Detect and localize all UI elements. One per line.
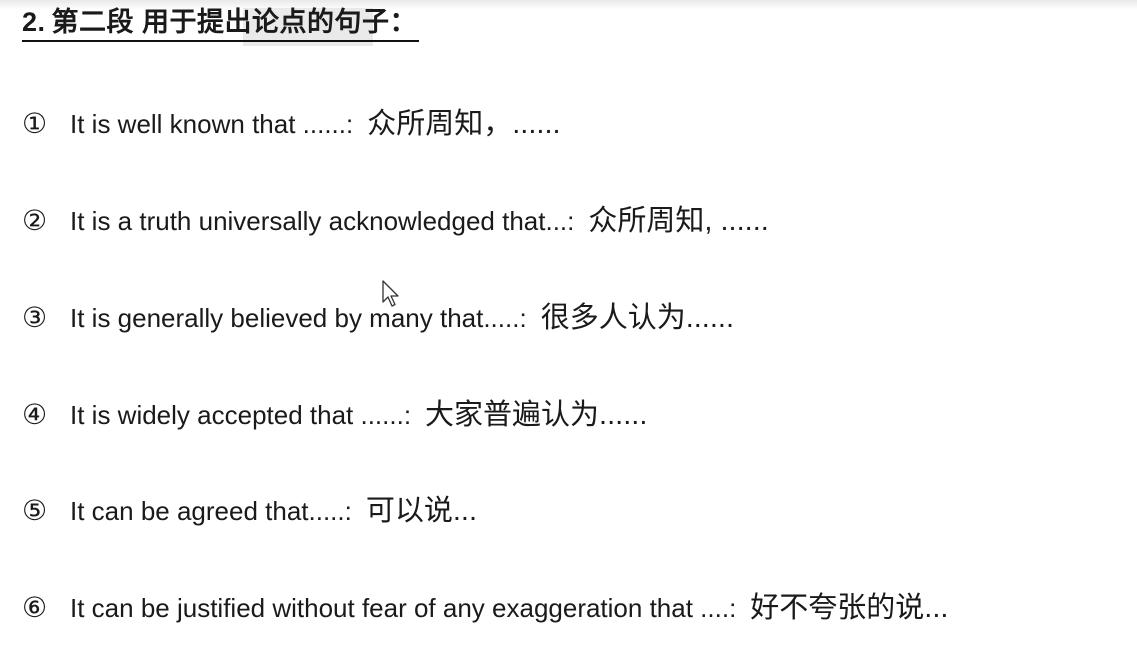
item-marker: ⑤	[22, 494, 48, 527]
list-item-1: ① It is well known that ......: 众所周知，...…	[22, 100, 561, 142]
heading-title: 第二段 用于提出论点的句子：	[51, 7, 418, 37]
item-marker: ③	[22, 301, 48, 334]
list-item-4: ④ It is widely accepted that ......: 大家普…	[22, 391, 647, 433]
chinese-translation: 众所周知，......	[367, 108, 561, 140]
heading-number: 2.	[22, 7, 46, 37]
chinese-translation: 大家普遍认为......	[425, 399, 648, 431]
english-phrase: It can be agreed that.....:	[70, 496, 352, 526]
mouse-pointer-icon	[382, 280, 399, 307]
list-item-5: ⑤ It can be agreed that.....: 可以说...	[22, 487, 477, 529]
section-heading: 2. 第二段 用于提出论点的句子：	[22, 4, 420, 42]
heading-underline	[22, 40, 420, 42]
list-item-3: ③ It is generally believed by many that.…	[22, 294, 734, 336]
item-marker: ⑥	[22, 591, 48, 624]
list-item-6: ⑥ It can be justified without fear of an…	[22, 584, 948, 626]
english-phrase: It is well known that ......:	[70, 109, 354, 139]
item-marker: ②	[22, 204, 48, 237]
english-phrase: It is a truth universally acknowledged t…	[70, 206, 575, 236]
chinese-translation: 好不夸张的说...	[750, 592, 949, 624]
english-phrase: It is widely accepted that ......:	[70, 400, 412, 430]
chinese-translation: 可以说...	[365, 495, 478, 527]
chinese-translation: 很多人认为......	[540, 302, 735, 334]
item-marker: ④	[22, 398, 48, 431]
chinese-translation: 众所周知, ......	[588, 205, 769, 237]
english-phrase: It is generally believed by many that...…	[70, 303, 527, 333]
list-item-2: ② It is a truth universally acknowledged…	[22, 197, 769, 239]
english-phrase: It can be justified without fear of any …	[70, 593, 737, 623]
item-marker: ①	[22, 107, 48, 140]
